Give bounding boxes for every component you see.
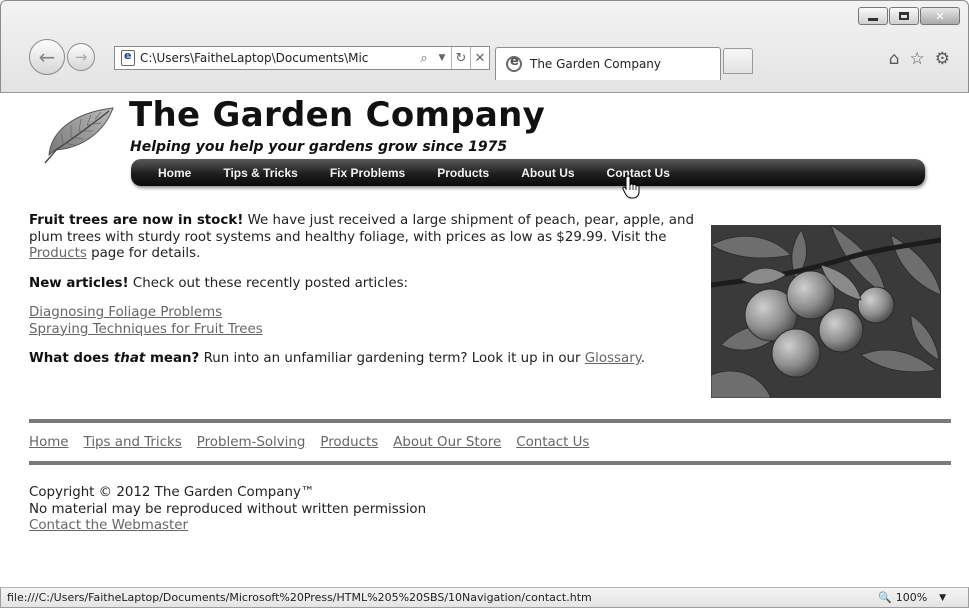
site-tagline: Helping you help your gardens grow since…	[130, 139, 508, 155]
refresh-icon[interactable]: ↻	[452, 51, 470, 66]
articles-text: Check out these recently posted articles…	[128, 275, 409, 291]
footer-copyright: Copyright © 2012 The Garden Company™ No …	[29, 485, 426, 535]
nav-tips-tricks[interactable]: Tips & Tricks	[223, 166, 297, 180]
maximize-icon	[899, 12, 909, 20]
footer-rule-bottom	[29, 461, 951, 465]
close-icon: ✕	[935, 9, 945, 23]
copyright-text: Copyright © 2012 The Garden Company™	[29, 485, 315, 500]
status-url: file:///C:/Users/FaitheLaptop/Documents/…	[7, 591, 592, 604]
stock-heading: Fruit trees are now in stock!	[29, 213, 244, 228]
status-bar: file:///C:/Users/FaitheLaptop/Documents/…	[0, 587, 969, 608]
article-link-foliage[interactable]: Diagnosing Foliage Problems	[29, 305, 222, 320]
minimize-button[interactable]	[858, 7, 888, 25]
footer-link-contact[interactable]: Contact Us	[516, 435, 589, 450]
web-page: The Garden Company Helping you help your…	[1, 93, 968, 587]
peach-tree-photo	[711, 225, 941, 398]
dropdown-icon[interactable]: ▼	[433, 53, 451, 63]
magnifier-icon: 🔍	[878, 591, 892, 604]
nav-products[interactable]: Products	[437, 166, 489, 180]
footer-link-products[interactable]: Products	[320, 435, 378, 450]
forward-arrow-icon: →	[74, 48, 88, 66]
glossary-heading-b: mean?	[145, 351, 200, 366]
article-links: Diagnosing Foliage Problems Spraying Tec…	[29, 305, 699, 338]
footer-link-problem-solving[interactable]: Problem-Solving	[197, 435, 306, 450]
ie-icon	[506, 54, 522, 72]
page-icon	[121, 49, 135, 66]
tab-title: The Garden Company	[530, 57, 662, 71]
glossary-heading-a: What does	[29, 351, 114, 366]
footer-link-home[interactable]: Home	[29, 435, 69, 450]
footer-rule-top	[29, 419, 951, 423]
close-button[interactable]: ✕	[920, 7, 960, 25]
glossary-link[interactable]: Glossary	[585, 351, 641, 366]
nav-home[interactable]: Home	[158, 166, 191, 180]
glossary-text: Run into an unfamiliar gardening term? L…	[199, 351, 585, 366]
back-button[interactable]: ←	[29, 39, 65, 75]
toolbar-icons: ⌂ ☆ ⚙	[889, 49, 950, 69]
article-link-spraying[interactable]: Spraying Techniques for Fruit Trees	[29, 322, 263, 337]
stop-icon[interactable]: ✕	[471, 51, 489, 66]
address-bar[interactable]: C:\Users\FaitheLaptop\Documents\Mic ⌕ ▼ …	[114, 46, 490, 70]
footer-link-tips[interactable]: Tips and Tricks	[84, 435, 182, 450]
search-icon[interactable]: ⌕	[415, 51, 433, 66]
stock-paragraph: Fruit trees are now in stock! We have ju…	[29, 213, 699, 263]
browser-chrome: ✕ ← → C:\Users\FaitheLaptop\Documents\Mi…	[0, 0, 969, 93]
webmaster-link[interactable]: Contact the Webmaster	[29, 518, 188, 533]
minimize-icon	[868, 17, 878, 21]
glossary-paragraph: What does that mean? Run into an unfamil…	[29, 351, 699, 368]
hand-cursor-icon	[622, 175, 640, 199]
new-tab-button[interactable]	[723, 48, 753, 74]
products-link[interactable]: Products	[29, 246, 87, 261]
articles-paragraph: New articles! Check out these recently p…	[29, 276, 699, 293]
footer-link-about[interactable]: About Our Store	[393, 435, 501, 450]
star-icon[interactable]: ☆	[910, 49, 925, 69]
stock-text-end: page for details.	[86, 246, 201, 261]
site-title: The Garden Company	[129, 95, 546, 135]
address-url[interactable]: C:\Users\FaitheLaptop\Documents\Mic	[140, 51, 415, 65]
main-content: Fruit trees are now in stock! We have ju…	[29, 213, 699, 381]
main-nav-bar: Home Tips & Tricks Fix Problems Products…	[131, 159, 925, 186]
zoom-level: 100%	[895, 591, 928, 604]
reproduction-notice: No material may be reproduced without wr…	[29, 501, 427, 517]
maximize-button[interactable]	[889, 7, 919, 25]
gear-icon[interactable]: ⚙	[935, 49, 950, 69]
zoom-control[interactable]: 🔍 100% ▼	[878, 591, 968, 604]
footer-nav: Home Tips and Tricks Problem-Solving Pro…	[29, 435, 589, 450]
glossary-heading-italic: that	[113, 351, 146, 366]
zoom-dropdown-icon[interactable]: ▼	[939, 593, 946, 603]
leaf-logo-icon	[44, 107, 114, 164]
articles-heading: New articles!	[29, 275, 129, 291]
glossary-text-end: .	[640, 351, 645, 366]
window-controls: ✕	[858, 7, 960, 25]
back-arrow-icon: ←	[38, 45, 56, 69]
nav-fix-problems[interactable]: Fix Problems	[330, 166, 405, 180]
glossary-heading: What does that mean?	[29, 351, 199, 366]
browser-tab[interactable]: The Garden Company	[495, 47, 721, 80]
home-icon[interactable]: ⌂	[889, 49, 900, 69]
forward-button[interactable]: →	[67, 43, 95, 71]
nav-about-us[interactable]: About Us	[521, 166, 574, 180]
